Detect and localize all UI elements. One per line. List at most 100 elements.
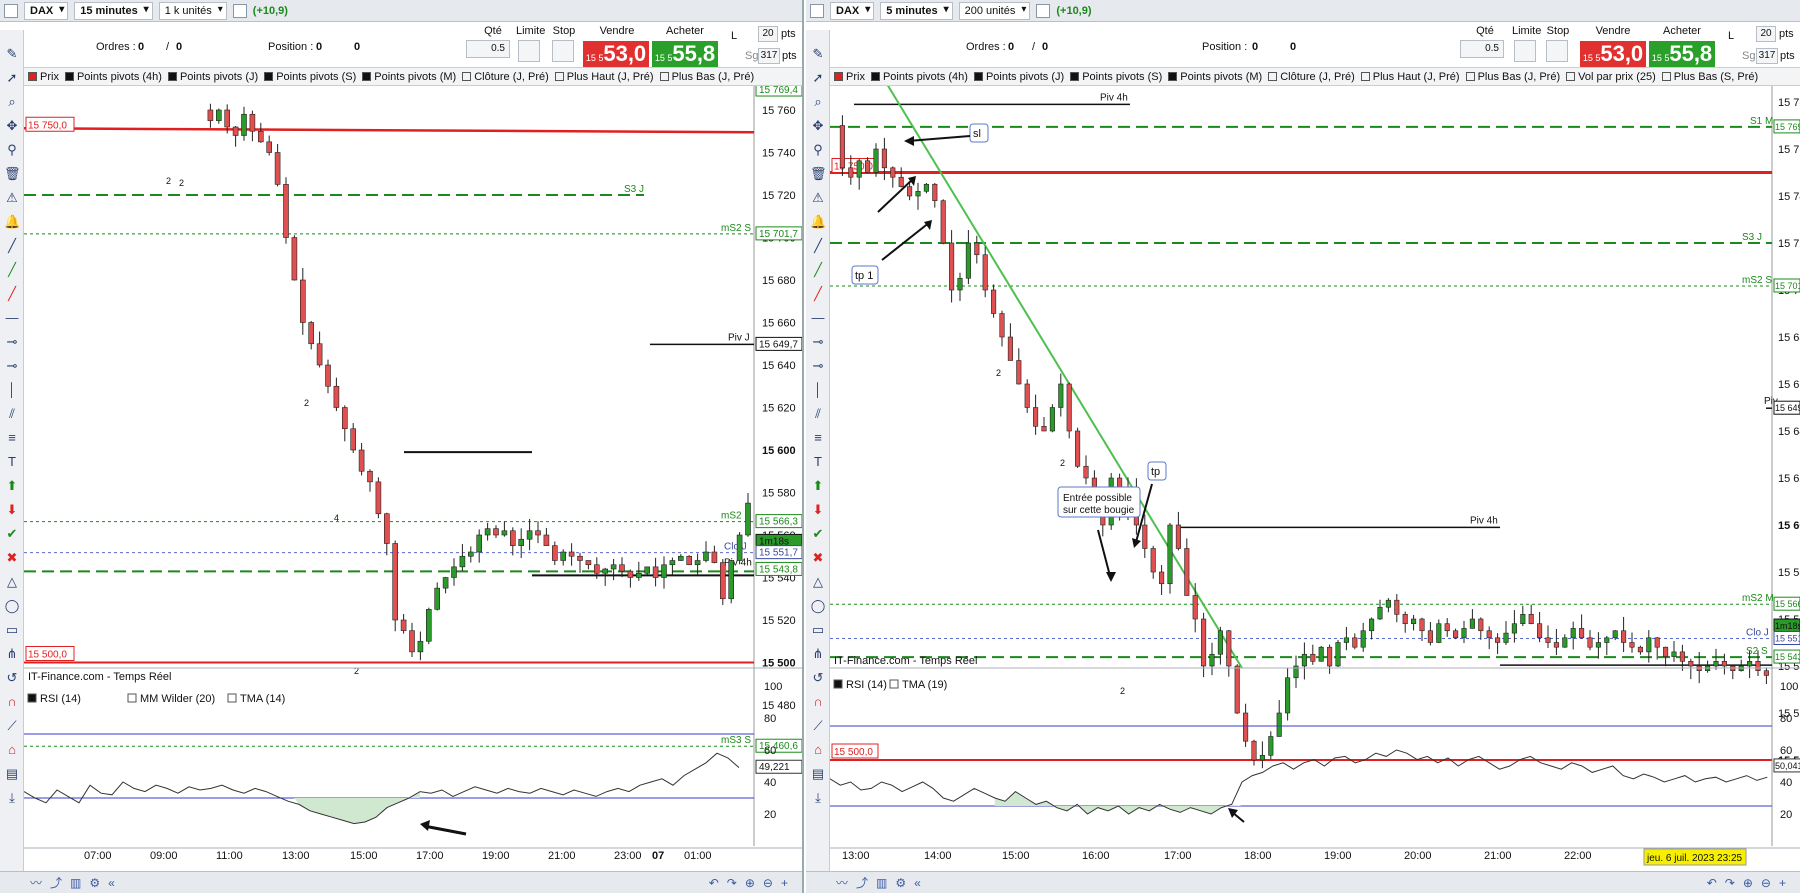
ellipse-icon[interactable]: ◯ — [810, 598, 826, 614]
indicator-checkbox[interactable] — [264, 72, 274, 81]
zoom-icon[interactable]: ⌕ — [810, 94, 826, 110]
scroll-left-icon[interactable]: « — [914, 876, 921, 890]
channel-icon[interactable]: ⫽ — [810, 406, 826, 422]
instrument-select[interactable]: DAX — [24, 1, 69, 20]
bell-icon[interactable]: 🔔 — [810, 214, 826, 230]
sell-button[interactable]: 15 553,0 — [1580, 41, 1646, 67]
info-icon[interactable] — [1036, 3, 1051, 18]
triangle-icon[interactable]: △ — [4, 574, 20, 590]
down-arrow-icon[interactable]: ⬇ — [810, 502, 826, 518]
check-icon[interactable]: ✔ — [810, 526, 826, 542]
vline-icon[interactable]: │ — [4, 382, 20, 398]
qty-input[interactable]: 0.5 — [466, 40, 510, 58]
indicator-toggle[interactable]: Points pivots (J) — [167, 71, 258, 83]
hline-icon[interactable]: — — [810, 310, 826, 326]
indicator-toggle[interactable]: Plus Haut (J, Pré) — [554, 71, 654, 83]
up-arrow-icon[interactable]: ⬆ — [810, 478, 826, 494]
indicator-toggle[interactable]: Clôture (J, Pré) — [1268, 71, 1355, 83]
cross-icon[interactable]: ✖ — [810, 550, 826, 566]
up-arrow-icon[interactable]: ⬆ — [4, 478, 20, 494]
share-icon[interactable]: ⤴ — [50, 874, 62, 891]
indicator-toggle[interactable]: Points pivots (4h) — [64, 71, 162, 83]
units-select[interactable]: 1 k unités — [158, 1, 227, 20]
tools-icon[interactable]: ⚙ — [895, 876, 906, 890]
text-icon[interactable]: T — [810, 454, 826, 470]
indicator-toggle[interactable]: Points pivots (J) — [973, 71, 1064, 83]
indicator-checkbox[interactable] — [973, 72, 983, 81]
pitchfork-icon[interactable]: ⋔ — [810, 646, 826, 662]
lock-icon[interactable]: ⌂ — [4, 742, 20, 758]
indicator-checkbox[interactable] — [1168, 72, 1178, 81]
channel-icon[interactable]: ⫽ — [4, 406, 20, 422]
indicator-toggle[interactable]: Points pivots (M) — [1168, 71, 1262, 83]
undo-icon-bottom[interactable]: ↶ — [709, 876, 719, 890]
indicator-checkbox[interactable] — [1360, 72, 1370, 81]
share-icon[interactable]: ⤴ — [856, 874, 868, 891]
undo-icon-bottom[interactable]: ↶ — [1707, 876, 1717, 890]
rectangle-icon[interactable]: ▭ — [4, 622, 20, 638]
drop-icon[interactable]: ⤓ — [810, 790, 826, 806]
hray-icon[interactable]: ⊸ — [810, 334, 826, 350]
indicator-checkbox[interactable] — [554, 72, 564, 81]
indicator-toggle[interactable]: Plus Haut (J, Pré) — [1360, 71, 1460, 83]
indicator-toggle[interactable]: Prix — [28, 71, 59, 83]
indicator-toggle[interactable]: Points pivots (S) — [1070, 71, 1162, 83]
zoom-in-icon[interactable]: ⊕ — [745, 876, 755, 890]
hray2-icon[interactable]: ⊸ — [4, 358, 20, 374]
text-icon[interactable]: T — [4, 454, 20, 470]
fibo-icon[interactable]: ≡ — [810, 430, 826, 446]
zoom-icon[interactable]: ⌕ — [4, 94, 20, 110]
indicator-toggle[interactable]: Vol par prix (25) — [1566, 71, 1656, 83]
right-price-chart[interactable]: 15 78015 76015 74015 72015 70015 68015 6… — [830, 86, 1800, 871]
bar-chart-icon[interactable]: ▥ — [70, 876, 81, 890]
pts-input-2[interactable]: 317 — [758, 48, 780, 64]
indicator-toggle[interactable]: Points pivots (4h) — [870, 71, 968, 83]
indicator-checkbox[interactable] — [28, 72, 37, 81]
pts-input-1[interactable]: 20 — [758, 26, 778, 42]
red-line-icon[interactable]: ╱ — [4, 286, 20, 302]
pitchfork-icon[interactable]: ⋔ — [4, 646, 20, 662]
redo-icon-bottom[interactable]: ↷ — [1725, 876, 1735, 890]
indicator-checkbox[interactable] — [1566, 72, 1576, 81]
indicator-checkbox[interactable] — [659, 72, 669, 81]
stop-button[interactable] — [1546, 40, 1568, 62]
chk-l[interactable]: L — [731, 30, 737, 42]
buy-button[interactable]: 15 555,8 — [1649, 41, 1715, 67]
redo-icon-bottom[interactable]: ↷ — [727, 876, 737, 890]
green-line-icon[interactable]: ╱ — [4, 262, 20, 278]
move-icon[interactable]: ✥ — [4, 118, 20, 134]
bar-chart-icon[interactable]: ▥ — [876, 876, 887, 890]
limit-button[interactable] — [518, 40, 540, 62]
indicator-checkbox[interactable] — [1465, 72, 1475, 81]
cursor-icon[interactable]: ➚ — [810, 70, 826, 86]
indicator-checkbox[interactable] — [834, 72, 843, 81]
magnet2-icon[interactable]: ∩ — [810, 694, 826, 710]
add-icon[interactable]: + — [781, 876, 788, 890]
alert-icon[interactable]: ⚠ — [4, 190, 20, 206]
indicator-checkbox[interactable] — [1070, 72, 1080, 81]
undo-icon[interactable]: ↺ — [810, 670, 826, 686]
trash-icon[interactable]: 🗑 — [810, 166, 827, 182]
rsi-indicator-checkbox[interactable] — [127, 693, 137, 703]
rectangle-icon[interactable]: ▭ — [810, 622, 826, 638]
indicator-toggle[interactable]: Plus Bas (J, Pré) — [659, 71, 754, 83]
vline-icon[interactable]: │ — [810, 382, 826, 398]
zoom-in-icon[interactable]: ⊕ — [1743, 876, 1753, 890]
chart-icon[interactable]: ▤ — [810, 766, 826, 782]
indicator-checkbox[interactable] — [1268, 72, 1278, 81]
stop-button[interactable] — [552, 40, 574, 62]
magnet2-icon[interactable]: ∩ — [4, 694, 20, 710]
tools-icon[interactable]: ⚙ — [89, 876, 100, 890]
indicator-toggle[interactable]: Plus Bas (J, Pré) — [1465, 71, 1560, 83]
trash-icon[interactable]: 🗑 — [4, 166, 21, 182]
timeframe-select[interactable]: 5 minutes — [880, 1, 953, 20]
lock-icon[interactable]: ⌂ — [810, 742, 826, 758]
instrument-select[interactable]: DAX — [830, 1, 875, 20]
triangle-icon[interactable]: △ — [810, 574, 826, 590]
indicator-checkbox[interactable] — [362, 72, 372, 81]
rsi-indicator-checkbox[interactable] — [833, 679, 843, 689]
indicator-toggle[interactable]: Prix — [834, 71, 865, 83]
ellipse-icon[interactable]: ◯ — [4, 598, 20, 614]
sell-button[interactable]: 15 553,0 — [583, 41, 649, 67]
indicator-checkbox[interactable] — [64, 72, 74, 81]
